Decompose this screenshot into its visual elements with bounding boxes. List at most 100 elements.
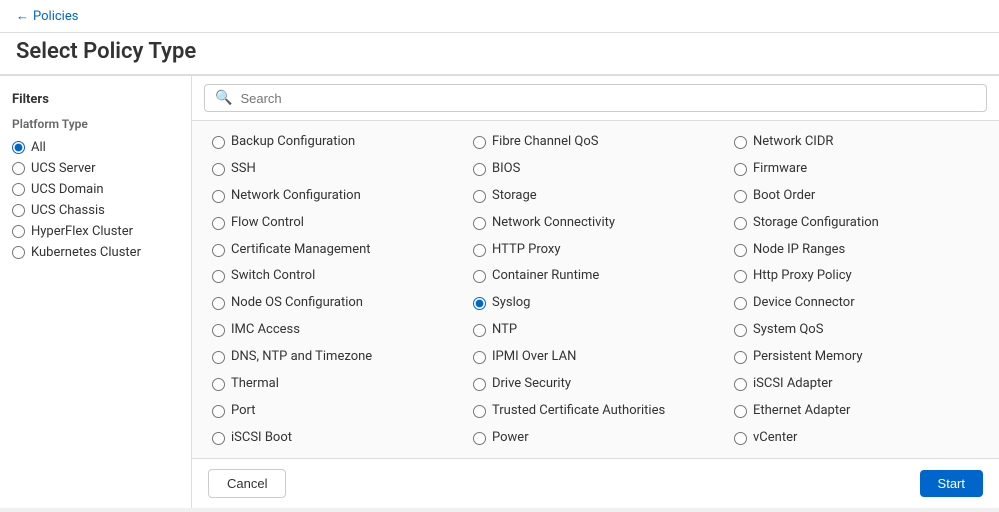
policy-item-certificate-management[interactable]: Certificate Management [204,237,465,264]
search-bar: 🔍 [192,76,999,121]
policy-item-vcenter[interactable]: vCenter [726,425,987,452]
policy-radio-backup-configuration[interactable] [212,136,225,149]
policy-radio-persistent-memory[interactable] [734,351,747,364]
sidebar-item-all[interactable]: All [12,137,179,158]
sidebar-item-ucs-server[interactable]: UCS Server [12,158,179,179]
policy-radio-storage[interactable] [473,190,486,203]
policy-radio-node-os-configuration[interactable] [212,297,225,310]
policy-radio-container-runtime[interactable] [473,270,486,283]
policy-radio-syslog[interactable] [473,297,486,310]
back-link[interactable]: ← Policies [0,0,999,33]
sidebar-item-ucs-domain[interactable]: UCS Domain [12,179,179,200]
sidebar-item-hyperflex-cluster[interactable]: HyperFlex Cluster [12,221,179,242]
platform-type-radio-ucs-chassis[interactable] [12,204,25,217]
policy-radio-bios[interactable] [473,163,486,176]
filters-label: Filters [12,92,179,107]
policy-item-node-ip-ranges[interactable]: Node IP Ranges [726,237,987,264]
policy-item-power[interactable]: Power [465,425,726,452]
platform-type-label-all: All [31,140,46,155]
cancel-button[interactable]: Cancel [208,469,286,498]
policy-item-bios[interactable]: BIOS [465,156,726,183]
platform-type-radio-ucs-domain[interactable] [12,183,25,196]
policy-radio-imc-access[interactable] [212,324,225,337]
policy-radio-trusted-certificate-authorities[interactable] [473,405,486,418]
policy-label-thermal: Thermal [231,376,279,393]
policy-radio-iscsi-boot[interactable] [212,432,225,445]
sidebar-item-kubernetes-cluster[interactable]: Kubernetes Cluster [12,242,179,263]
policy-radio-network-configuration[interactable] [212,190,225,203]
policy-item-container-runtime[interactable]: Container Runtime [465,263,726,290]
sidebar-item-ucs-chassis[interactable]: UCS Chassis [12,200,179,221]
policy-item-thermal[interactable]: Thermal [204,371,465,398]
policy-item-syslog[interactable]: Syslog [465,290,726,317]
policy-item-port[interactable]: Port [204,398,465,425]
policy-item-fibre-channel-qos[interactable]: Fibre Channel QoS [465,129,726,156]
policy-radio-storage-configuration[interactable] [734,217,747,230]
policy-radio-network-cidr[interactable] [734,136,747,149]
policy-item-system-qos[interactable]: System QoS [726,317,987,344]
policy-label-network-connectivity: Network Connectivity [492,215,615,232]
policy-radio-http-proxy-policy[interactable] [734,270,747,283]
platform-type-radio-kubernetes-cluster[interactable] [12,246,25,259]
policy-radio-fibre-channel-qos[interactable] [473,136,486,149]
policy-item-iscsi-adapter[interactable]: iSCSI Adapter [726,371,987,398]
policy-radio-port[interactable] [212,405,225,418]
policy-item-storage[interactable]: Storage [465,183,726,210]
policy-radio-ntp[interactable] [473,324,486,337]
policy-item-network-connectivity[interactable]: Network Connectivity [465,210,726,237]
policy-item-backup-configuration[interactable]: Backup Configuration [204,129,465,156]
policy-item-network-configuration[interactable]: Network Configuration [204,183,465,210]
policy-item-storage-configuration[interactable]: Storage Configuration [726,210,987,237]
policy-item-dns-ntp-and-timezone[interactable]: DNS, NTP and Timezone [204,344,465,371]
platform-type-radio-ucs-server[interactable] [12,162,25,175]
policy-item-drive-security[interactable]: Drive Security [465,371,726,398]
policy-item-iscsi-boot[interactable]: iSCSI Boot [204,425,465,452]
policy-radio-thermal[interactable] [212,378,225,391]
policy-label-drive-security: Drive Security [492,376,571,393]
policy-item-ethernet-adapter[interactable]: Ethernet Adapter [726,398,987,425]
policy-item-switch-control[interactable]: Switch Control [204,263,465,290]
policy-radio-dns-ntp-and-timezone[interactable] [212,351,225,364]
policy-item-flow-control[interactable]: Flow Control [204,210,465,237]
policy-radio-ipmi-over-lan[interactable] [473,351,486,364]
policy-radio-boot-order[interactable] [734,190,747,203]
policy-item-ntp[interactable]: NTP [465,317,726,344]
policy-radio-ethernet-adapter[interactable] [734,405,747,418]
policy-radio-system-qos[interactable] [734,324,747,337]
policy-radio-vcenter[interactable] [734,432,747,445]
policy-radio-switch-control[interactable] [212,270,225,283]
policy-radio-http-proxy[interactable] [473,244,486,257]
policy-item-imc-access[interactable]: IMC Access [204,317,465,344]
policy-radio-power[interactable] [473,432,486,445]
platform-type-radio-hyperflex-cluster[interactable] [12,225,25,238]
policy-label-system-qos: System QoS [753,322,823,339]
policy-radio-drive-security[interactable] [473,378,486,391]
policy-radio-iscsi-adapter[interactable] [734,378,747,391]
policy-item-firmware[interactable]: Firmware [726,156,987,183]
policy-label-storage-configuration: Storage Configuration [753,215,879,232]
policy-label-port: Port [231,403,256,420]
policy-item-network-cidr[interactable]: Network CIDR [726,129,987,156]
policy-radio-node-ip-ranges[interactable] [734,244,747,257]
policy-item-persistent-memory[interactable]: Persistent Memory [726,344,987,371]
policy-item-http-proxy[interactable]: HTTP Proxy [465,237,726,264]
start-button[interactable]: Start [920,470,983,497]
policy-item-trusted-certificate-authorities[interactable]: Trusted Certificate Authorities [465,398,726,425]
policy-radio-device-connector[interactable] [734,297,747,310]
policy-item-ipmi-over-lan[interactable]: IPMI Over LAN [465,344,726,371]
policy-radio-certificate-management[interactable] [212,244,225,257]
policy-radio-network-connectivity[interactable] [473,217,486,230]
policy-radio-flow-control[interactable] [212,217,225,230]
back-link-label: Policies [33,9,78,24]
policy-radio-firmware[interactable] [734,163,747,176]
search-input[interactable] [240,91,976,106]
policy-radio-ssh[interactable] [212,163,225,176]
policy-item-device-connector[interactable]: Device Connector [726,290,987,317]
policy-label-ethernet-adapter: Ethernet Adapter [753,403,850,420]
policy-label-imc-access: IMC Access [231,322,300,339]
policy-item-node-os-configuration[interactable]: Node OS Configuration [204,290,465,317]
policy-item-ssh[interactable]: SSH [204,156,465,183]
policy-item-boot-order[interactable]: Boot Order [726,183,987,210]
policy-item-http-proxy-policy[interactable]: Http Proxy Policy [726,263,987,290]
platform-type-radio-all[interactable] [12,141,25,154]
